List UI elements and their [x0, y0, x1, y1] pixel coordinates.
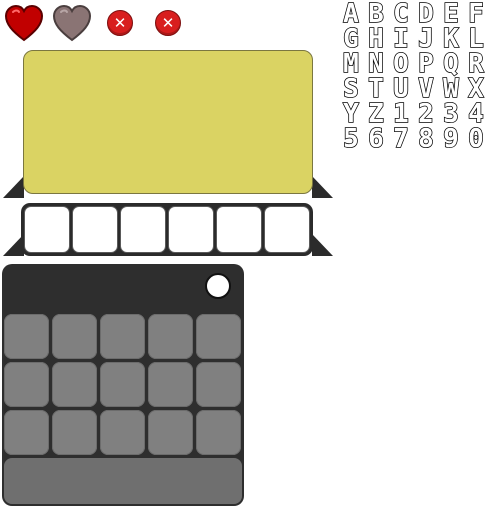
inventory-slot[interactable] [24, 206, 70, 253]
inventory-grid [4, 314, 242, 455]
inventory-cell[interactable] [52, 410, 97, 455]
font-glyph: 6 [367, 124, 384, 154]
inventory-cell[interactable] [148, 410, 193, 455]
inventory-cell[interactable] [148, 362, 193, 407]
inventory-slot[interactable] [72, 206, 118, 253]
inventory-cell[interactable] [4, 410, 49, 455]
inventory-footer-bar[interactable] [4, 458, 242, 504]
inventory-cell[interactable] [4, 314, 49, 359]
inventory-cell[interactable] [52, 314, 97, 359]
inventory-cell[interactable] [196, 362, 241, 407]
inventory-slot[interactable] [264, 206, 310, 253]
inventory-cell[interactable] [4, 362, 49, 407]
font-glyph: 8 [417, 124, 434, 154]
inventory-cell[interactable] [196, 314, 241, 359]
inventory-cell[interactable] [196, 410, 241, 455]
inventory-cell[interactable] [100, 362, 145, 407]
font-sprite-sheet: ABCDEFGHIJKLMNOPQRSTUVWXYZ1234567890 [339, 0, 493, 154]
panel-close-button[interactable] [205, 273, 231, 299]
font-glyph: 7 [392, 124, 409, 154]
dialog-screen [23, 50, 313, 194]
font-glyph: 0 [467, 124, 484, 154]
inventory-cell[interactable] [100, 314, 145, 359]
inventory-slot[interactable] [120, 206, 166, 253]
inventory-slot[interactable] [216, 206, 262, 253]
font-glyph: 5 [342, 124, 359, 154]
inventory-slot[interactable] [168, 206, 214, 253]
font-glyph: 9 [442, 124, 459, 154]
inventory-slot-bar [21, 203, 313, 256]
inventory-cell[interactable] [100, 410, 145, 455]
inventory-cell[interactable] [52, 362, 97, 407]
inventory-cell[interactable] [148, 314, 193, 359]
